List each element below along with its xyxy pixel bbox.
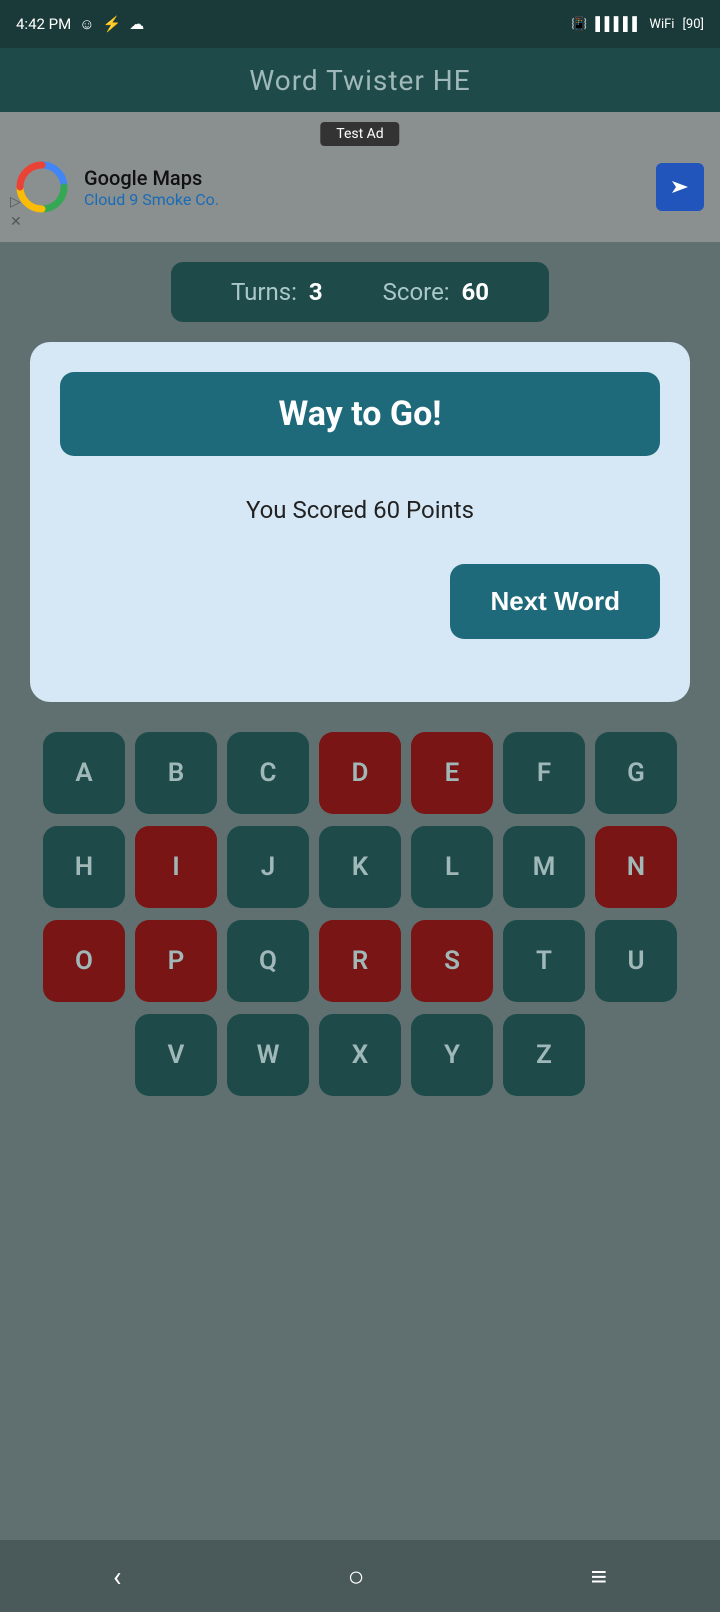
ad-close-icon[interactable]: ✕: [10, 214, 22, 230]
dialog-score-text: You Scored 60 Points: [60, 496, 660, 524]
ad-banner: Test Ad Google Maps Cloud 9 Smoke Co. ▷ …: [0, 112, 720, 242]
ad-controls: ▷ ✕: [10, 194, 22, 230]
key-p[interactable]: P: [135, 920, 217, 1002]
key-x[interactable]: X: [319, 1014, 401, 1096]
menu-button[interactable]: ≡: [591, 1560, 607, 1593]
key-k[interactable]: K: [319, 826, 401, 908]
status-right: 📳 ▌▌▌▌▌ WiFi [90]: [571, 16, 704, 32]
turns-value: 3: [309, 278, 323, 306]
key-row: OPQRSTU: [16, 920, 704, 1002]
key-t[interactable]: T: [503, 920, 585, 1002]
status-left: 4:42 PM ☺ ⚡ ☁: [16, 15, 144, 33]
app-title-bar: Word Twister HE: [0, 48, 720, 112]
dialog-card: Way to Go! You Scored 60 Points Next Wor…: [30, 342, 690, 702]
signal-icon: ▌▌▌▌▌: [595, 16, 641, 32]
ad-play-icon[interactable]: ▷: [10, 194, 22, 210]
ad-test-label: Test Ad: [320, 122, 399, 146]
ad-text: Google Maps Cloud 9 Smoke Co.: [84, 166, 656, 209]
key-v[interactable]: V: [135, 1014, 217, 1096]
key-f[interactable]: F: [503, 732, 585, 814]
key-m[interactable]: M: [503, 826, 585, 908]
home-button[interactable]: ○: [348, 1560, 365, 1593]
key-b[interactable]: B: [135, 732, 217, 814]
ad-logo-icon: [16, 161, 68, 213]
key-s[interactable]: S: [411, 920, 493, 1002]
key-u[interactable]: U: [595, 920, 677, 1002]
key-w[interactable]: W: [227, 1014, 309, 1096]
navigation-arrow-icon: [666, 173, 694, 201]
key-z[interactable]: Z: [503, 1014, 585, 1096]
key-r[interactable]: R: [319, 920, 401, 1002]
key-row: VWXYZ: [16, 1014, 704, 1096]
key-g[interactable]: G: [595, 732, 677, 814]
vibrate-icon: 📳: [571, 17, 587, 32]
key-o[interactable]: O: [43, 920, 125, 1002]
usb-icon: ⚡: [103, 15, 122, 33]
key-h[interactable]: H: [43, 826, 125, 908]
key-d[interactable]: D: [319, 732, 401, 814]
turns-label: Turns: 3: [231, 278, 323, 306]
score-label: Score: 60: [383, 278, 489, 306]
next-word-button[interactable]: Next Word: [450, 564, 660, 639]
ad-business-sub: Cloud 9 Smoke Co.: [84, 190, 656, 209]
status-bar: 4:42 PM ☺ ⚡ ☁ 📳 ▌▌▌▌▌ WiFi [90]: [0, 0, 720, 48]
time: 4:42 PM: [16, 15, 71, 33]
score-pill: Turns: 3 Score: 60: [171, 262, 549, 322]
key-c[interactable]: C: [227, 732, 309, 814]
key-e[interactable]: E: [411, 732, 493, 814]
key-i[interactable]: I: [135, 826, 217, 908]
ad-content: Google Maps Cloud 9 Smoke Co.: [16, 161, 704, 213]
dialog-actions: Next Word: [60, 564, 660, 639]
key-j[interactable]: J: [227, 826, 309, 908]
key-n[interactable]: N: [595, 826, 677, 908]
whatsapp-icon: ☺: [79, 15, 94, 33]
ad-business-name: Google Maps: [84, 166, 656, 190]
key-row: ABCDEFG: [16, 732, 704, 814]
back-button[interactable]: ‹: [113, 1560, 121, 1593]
score-value: 60: [462, 278, 490, 306]
nav-bar: ‹ ○ ≡: [0, 1540, 720, 1612]
wifi-icon: WiFi: [649, 17, 674, 32]
dialog-title: Way to Go!: [82, 394, 638, 434]
score-bar: Turns: 3 Score: 60: [0, 262, 720, 322]
app-title: Word Twister HE: [249, 64, 470, 97]
key-row: HIJKLMN: [16, 826, 704, 908]
cloud-icon: ☁: [129, 15, 144, 33]
battery-icon: [90]: [682, 17, 704, 32]
key-q[interactable]: Q: [227, 920, 309, 1002]
ad-arrow-icon[interactable]: [656, 163, 704, 211]
key-y[interactable]: Y: [411, 1014, 493, 1096]
dialog-header: Way to Go!: [60, 372, 660, 456]
key-a[interactable]: A: [43, 732, 125, 814]
keyboard-area: ABCDEFG HIJKLMN OPQRSTU VWXYZ: [0, 712, 720, 1128]
key-l[interactable]: L: [411, 826, 493, 908]
